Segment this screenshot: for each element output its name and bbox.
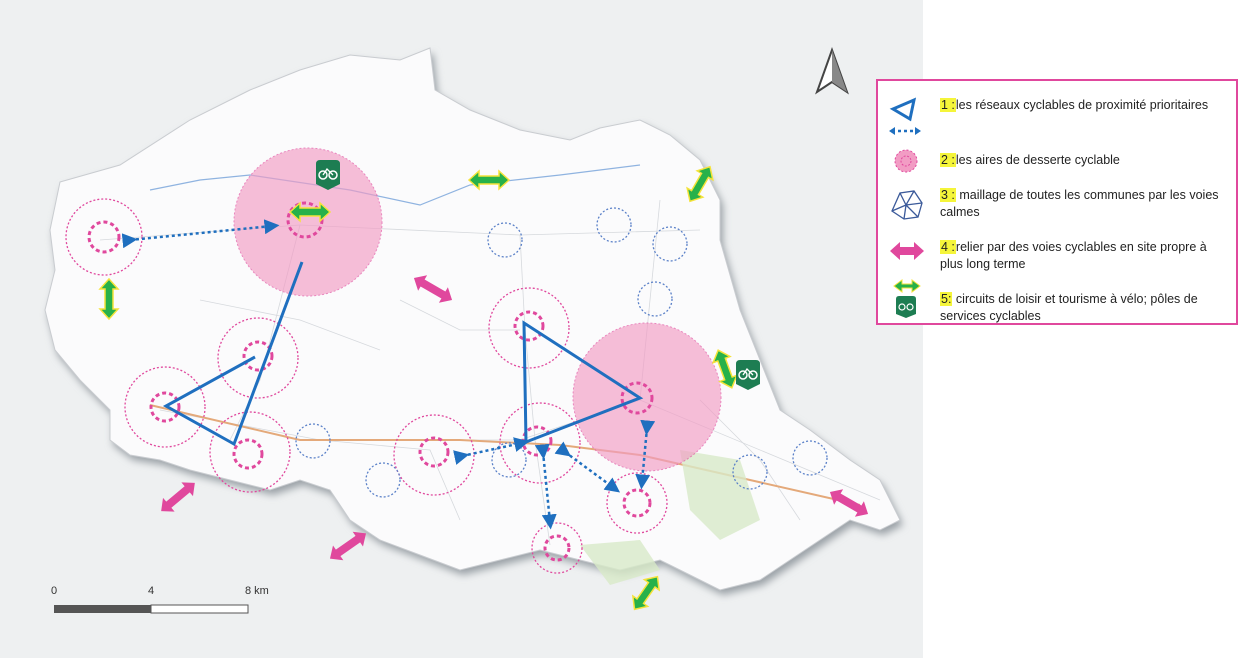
bike-service-icon (316, 160, 340, 190)
dotted-circle-icon (894, 149, 918, 173)
bike-service-icon (736, 360, 760, 390)
legend-number: 2 : (940, 153, 956, 167)
legend-label: les réseaux cyclables de proximité prior… (955, 98, 1209, 112)
scale-bar (54, 604, 249, 614)
north-arrow-icon (815, 47, 849, 95)
scale-label-0: 0 (51, 585, 58, 597)
legend-label: maillage de toutes les communes par les … (940, 188, 1219, 219)
legend-number: 5: (940, 292, 953, 306)
legend-label: circuits de loisir et tourisme à vélo; p… (940, 292, 1198, 323)
mesh-icon (891, 190, 923, 220)
double-arrow-icon (890, 242, 924, 260)
legend-number: 1 : (940, 98, 956, 112)
legend-number: 4 : (940, 240, 956, 254)
legend-number: 3 : (940, 188, 956, 202)
scale-label-8km: 8 km (245, 585, 269, 597)
service-area-large (233, 147, 383, 297)
map-canvas (44, 47, 903, 614)
double-arrow-icon (893, 279, 921, 318)
triangle-network-icon (889, 97, 921, 135)
legend-label: relier par des voies cyclables en site p… (940, 240, 1207, 271)
legend-label: les aires de desserte cyclable (955, 153, 1120, 167)
map-legend: 1 :les réseaux cyclables de proximité pr… (876, 79, 1238, 325)
territory-area (44, 47, 901, 591)
service-area-large (572, 322, 722, 472)
map-view[interactable]: 0 4 8 km (0, 0, 923, 658)
scale-label-4: 4 (148, 585, 155, 597)
